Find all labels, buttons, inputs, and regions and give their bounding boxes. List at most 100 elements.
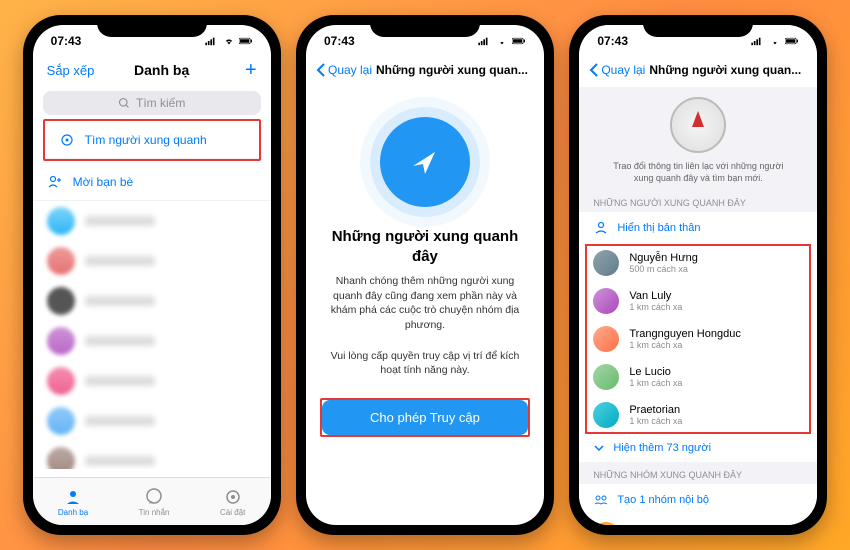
nearby-group[interactable]: S Sīn thanh 2 km cách xa, 42 thành viên (579, 516, 817, 525)
contact-name-blurred (85, 256, 155, 266)
contact-item[interactable] (33, 321, 271, 361)
person-icon (593, 220, 609, 236)
tab-messages[interactable]: Tin nhắn (139, 487, 170, 517)
tab-contacts-label: Danh bạ (58, 508, 88, 517)
avatar (593, 288, 619, 314)
person-distance: 1 km cách xa (629, 302, 803, 312)
person-distance: 1 km cách xa (629, 378, 803, 388)
tab-settings-label: Cài đặt (220, 508, 245, 517)
nearby-person[interactable]: Van Luly 1 km cách xa (579, 282, 817, 320)
avatar (47, 367, 75, 395)
tab-bar: Danh bạ Tin nhắn Cài đặt (33, 477, 271, 525)
show-more-label: Hiện thêm 73 người (613, 442, 711, 454)
tab-messages-label: Tin nhắn (139, 508, 170, 517)
nearby-person[interactable]: Praetorian 1 km cách xa (579, 396, 817, 434)
wifi-icon (495, 36, 509, 46)
show-more-button[interactable]: Hiện thêm 73 người (579, 434, 817, 462)
battery-icon (512, 36, 526, 46)
content-scroll[interactable]: Trao đổi thông tin liên lạc với những ng… (579, 87, 817, 525)
contact-item[interactable] (33, 441, 271, 469)
signal-icon (478, 36, 492, 46)
avatar (47, 247, 75, 275)
page-title: Những người xung quan... (376, 63, 528, 77)
hero-location-icon (380, 117, 470, 207)
person-name: Trangnguyen Hongduc (629, 328, 803, 340)
avatar (47, 327, 75, 355)
avatar (593, 326, 619, 352)
compass-icon (670, 97, 726, 153)
show-self-label: Hiển thị bản thân (617, 222, 700, 234)
contact-name-blurred (85, 216, 155, 226)
hero-title: Những người xung quanh đây (306, 227, 544, 266)
contact-item[interactable] (33, 201, 271, 241)
signal-icon (751, 36, 765, 46)
person-name: Van Luly (629, 290, 803, 302)
person-distance: 500 m cách xa (629, 264, 803, 274)
back-button[interactable]: Quay lại (316, 63, 372, 77)
messages-icon (144, 487, 164, 507)
person-info: Le Lucio 1 km cách xa (629, 366, 803, 388)
contact-name-blurred (85, 296, 155, 306)
contacts-icon (63, 487, 83, 507)
find-nearby-label: Tìm người xung quanh (85, 133, 207, 147)
contact-name-blurred (85, 456, 155, 466)
nearby-person[interactable]: Le Lucio 1 km cách xa (579, 358, 817, 396)
group-avatar: S (593, 522, 619, 525)
person-info: Trangnguyen Hongduc 1 km cách xa (629, 328, 803, 350)
avatar (593, 364, 619, 390)
phone-mockup-1: 07:43 Sắp xếp Danh bạ + Tìm kiếm Tìm ngư… (23, 15, 281, 535)
tab-contacts[interactable]: Danh bạ (58, 487, 88, 517)
tab-settings[interactable]: Cài đặt (220, 487, 245, 517)
contact-list[interactable] (33, 201, 271, 469)
avatar (47, 407, 75, 435)
chevron-left-icon (316, 63, 326, 77)
invite-friends-label: Mời bạn bè (73, 175, 134, 189)
back-button[interactable]: Quay lại (589, 63, 645, 77)
search-input[interactable]: Tìm kiếm (43, 91, 261, 115)
avatar (47, 447, 75, 469)
contact-name-blurred (85, 376, 155, 386)
avatar (593, 402, 619, 428)
nearby-person[interactable]: Trangnguyen Hongduc 1 km cách xa (579, 320, 817, 358)
highlight-box-allow: Cho phép Truy cập (320, 398, 530, 437)
nav-header: Quay lại Những người xung quan... (306, 53, 544, 87)
contact-item[interactable] (33, 361, 271, 401)
description: Trao đổi thông tin liên lạc với những ng… (579, 161, 817, 190)
contact-item[interactable] (33, 241, 271, 281)
highlight-box-nearby: Tìm người xung quanh (43, 119, 261, 161)
status-time: 07:43 (324, 34, 355, 48)
screen-3: 07:43 Quay lại Những người xung quan... … (579, 25, 817, 525)
status-icons (478, 36, 526, 46)
phone-mockup-3: 07:43 Quay lại Những người xung quan... … (569, 15, 827, 535)
contact-name-blurred (85, 336, 155, 346)
person-name: Le Lucio (629, 366, 803, 378)
notch (97, 15, 207, 37)
person-distance: 1 km cách xa (629, 416, 803, 426)
invite-friends-button[interactable]: Mời bạn bè (33, 163, 271, 201)
chevron-down-icon (593, 442, 605, 454)
chevron-left-icon (589, 63, 599, 77)
arrow-location-icon (405, 142, 445, 182)
avatar (593, 250, 619, 276)
person-name: Praetorian (629, 404, 803, 416)
allow-access-button[interactable]: Cho phép Truy cập (322, 400, 528, 435)
section-header-people: NHỮNG NGƯỜI XUNG QUANH ĐÂY (579, 190, 817, 212)
show-self-button[interactable]: Hiển thị bản thân (579, 212, 817, 244)
group-info: Sīn thanh 2 km cách xa, 42 thành viên (629, 524, 803, 525)
notch (643, 15, 753, 37)
create-group-label: Tạo 1 nhóm nội bộ (617, 494, 709, 506)
contact-item[interactable] (33, 401, 271, 441)
find-nearby-button[interactable]: Tìm người xung quanh (45, 121, 259, 159)
nearby-person[interactable]: Nguyễn Hưng 500 m cách xa (579, 244, 817, 282)
hero-description-1: Nhanh chóng thêm những người xung quanh … (306, 266, 544, 341)
contact-item[interactable] (33, 281, 271, 321)
screen-2: 07:43 Quay lại Những người xung quan... … (306, 25, 544, 525)
settings-icon (223, 487, 243, 507)
back-label: Quay lại (328, 63, 372, 77)
person-info: Nguyễn Hưng 500 m cách xa (629, 252, 803, 274)
create-group-button[interactable]: Tạo 1 nhóm nội bộ (579, 484, 817, 516)
wifi-icon (768, 36, 782, 46)
sort-button[interactable]: Sắp xếp (47, 63, 97, 78)
add-button[interactable]: + (227, 59, 257, 82)
battery-icon (239, 36, 253, 46)
